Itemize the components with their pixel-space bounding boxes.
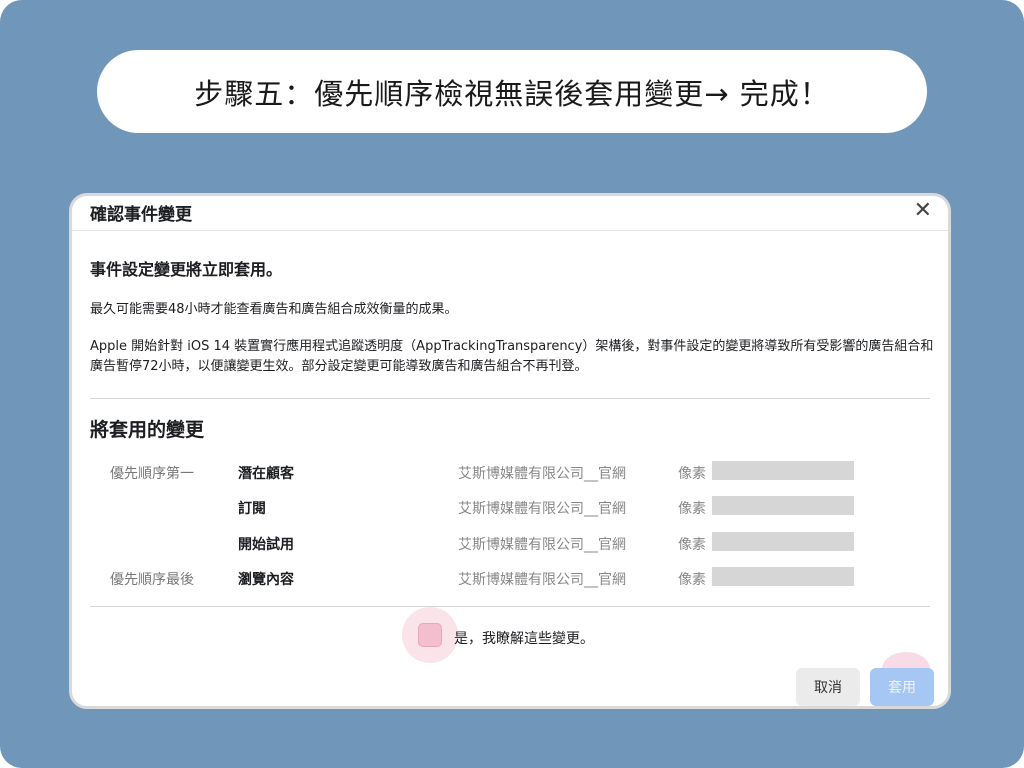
pixel-id-redacted: [712, 532, 854, 551]
event-name: 訂閱: [238, 501, 266, 517]
priority-label: 優先順序第一: [110, 466, 194, 482]
step-banner: 步驟五：優先順序檢視無誤後套用變更→ 完成！: [97, 50, 927, 133]
change-row: 優先順序第一 潛在顧客 艾斯博媒體有限公司__官網 像素: [72, 461, 948, 485]
change-row: 訂閱 艾斯博媒體有限公司__官網 像素: [72, 496, 948, 520]
immediate-apply-heading: 事件設定變更將立即套用。: [90, 260, 283, 279]
company-name: 艾斯博媒體有限公司__官網: [458, 501, 626, 517]
list-divider: [90, 606, 930, 607]
dialog-title: 確認事件變更: [90, 205, 192, 225]
pixel-label: 像素: [678, 466, 706, 482]
changes-heading: 將套用的變更: [90, 419, 205, 441]
title-divider: [72, 230, 948, 231]
close-icon[interactable]: ✕: [914, 198, 932, 223]
section-divider: [90, 398, 930, 399]
ios14-notice: Apple 開始針對 iOS 14 裝置實行應用程式追蹤透明度（AppTrack…: [90, 339, 934, 374]
pixel-id-redacted: [712, 567, 854, 586]
timing-notice: 最久可能需要48小時才能查看廣告和廣告組合成效衡量的成果。: [90, 302, 458, 317]
company-name: 艾斯博媒體有限公司__官網: [458, 537, 626, 553]
acknowledge-label: 是，我瞭解這些變更。: [454, 631, 594, 647]
pixel-id-redacted: [712, 461, 854, 480]
pixel-id-redacted: [712, 496, 854, 515]
priority-label: 優先順序最後: [110, 572, 194, 588]
event-name: 潛在顧客: [238, 466, 294, 482]
event-name: 開始試用: [238, 537, 294, 553]
apply-button[interactable]: 套用: [870, 668, 934, 706]
pixel-label: 像素: [678, 537, 706, 553]
confirm-event-changes-dialog: 確認事件變更 ✕ 事件設定變更將立即套用。 最久可能需要48小時才能查看廣告和廣…: [69, 193, 951, 709]
event-name: 瀏覽內容: [238, 572, 294, 588]
acknowledge-checkbox[interactable]: [418, 623, 442, 647]
change-row: 開始試用 艾斯博媒體有限公司__官網 像素: [72, 532, 948, 556]
change-row: 優先順序最後 瀏覽內容 艾斯博媒體有限公司__官網 像素: [72, 567, 948, 591]
pixel-label: 像素: [678, 572, 706, 588]
cancel-button[interactable]: 取消: [796, 668, 860, 706]
company-name: 艾斯博媒體有限公司__官網: [458, 572, 626, 588]
company-name: 艾斯博媒體有限公司__官網: [458, 466, 626, 482]
step-banner-text: 步驟五：優先順序檢視無誤後套用變更→ 完成！: [194, 76, 830, 111]
acknowledge-checkbox-highlight: [402, 607, 458, 663]
pixel-label: 像素: [678, 501, 706, 517]
